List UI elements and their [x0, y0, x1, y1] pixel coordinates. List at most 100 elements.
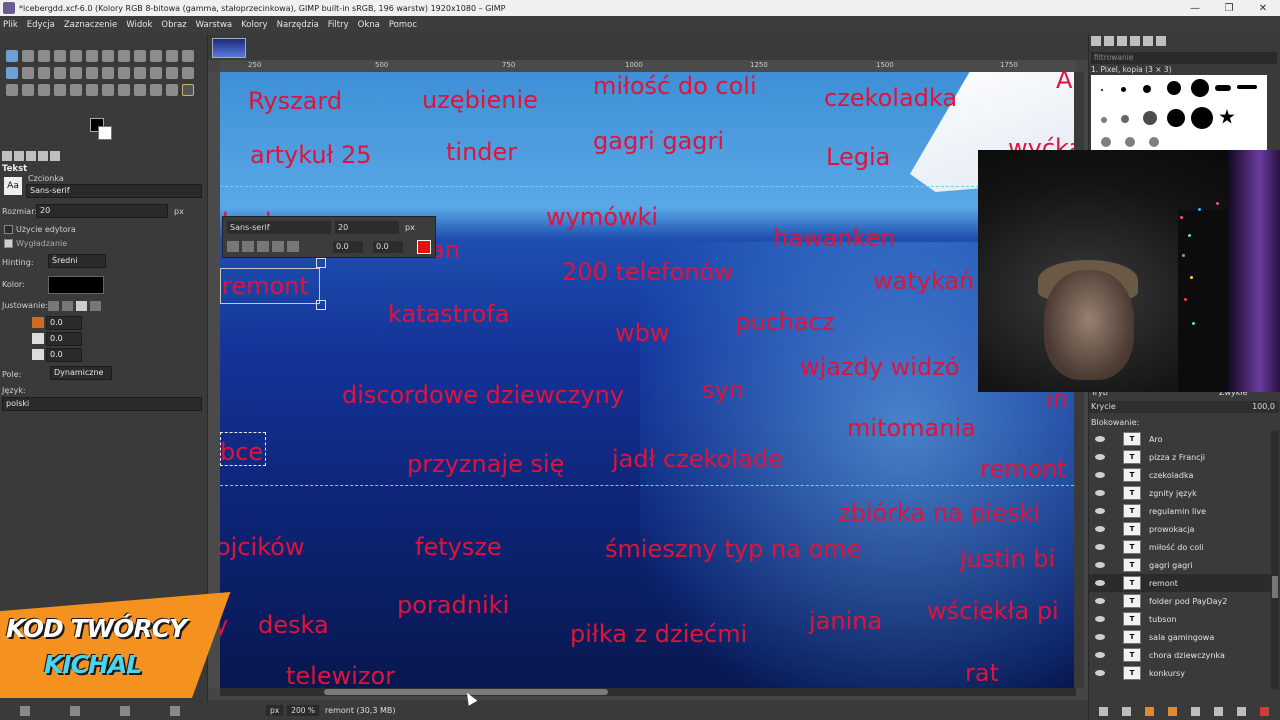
visibility-eye-icon[interactable] — [1095, 616, 1105, 622]
size-unit-select[interactable]: px — [174, 207, 184, 216]
tab-palettes[interactable] — [1156, 36, 1166, 46]
visibility-eye-icon[interactable] — [1095, 634, 1105, 640]
canvas-text-layer[interactable]: uzębienie — [422, 86, 538, 114]
canvas-text-layer[interactable]: rat — [965, 659, 999, 687]
canvas-text-layer[interactable]: janina — [809, 607, 882, 635]
restore-options-icon[interactable] — [70, 706, 80, 716]
canvas-text-layer[interactable]: zbiórka na pieski — [838, 499, 1040, 527]
canvas-text-layer[interactable]: syn — [702, 376, 744, 404]
brush-preset[interactable] — [1125, 137, 1135, 147]
visibility-eye-icon[interactable] — [1095, 670, 1105, 676]
canvas-text-layer[interactable]: watykań — [873, 267, 974, 295]
star-brush-icon[interactable] — [1219, 109, 1235, 124]
layer-row[interactable]: Tczekoladka — [1089, 466, 1271, 484]
tab-images[interactable] — [38, 151, 48, 161]
visibility-eye-icon[interactable] — [1095, 436, 1105, 442]
color-picker-icon[interactable] — [150, 50, 162, 62]
smudge-icon[interactable] — [150, 84, 162, 96]
canvas-text-layer[interactable]: fetysze — [415, 533, 502, 561]
canvas-text-layer[interactable]: ojcików — [220, 533, 305, 561]
font-field[interactable]: Sans-serif — [26, 184, 202, 198]
menu-plik[interactable]: Plik — [3, 20, 18, 30]
foreground-select-icon[interactable] — [118, 50, 130, 62]
canvas-text-layer[interactable]: wjazdy widzó — [800, 353, 959, 381]
canvas-text-layer[interactable]: śmieszny typ na ome — [605, 535, 861, 563]
brush-preset[interactable] — [1149, 137, 1159, 147]
brush-preset[interactable] — [1191, 79, 1209, 97]
canvas-text-layer[interactable]: discordowe dziewczyny — [342, 381, 624, 409]
indent-field[interactable]: 0.0 — [46, 316, 82, 330]
font-preview-icon[interactable]: Aa — [4, 177, 22, 195]
canvas-text-layer[interactable]: poradniki — [397, 591, 509, 619]
scissors-icon[interactable] — [102, 50, 114, 62]
layer-row-selected[interactable]: Tremont — [1089, 574, 1271, 592]
brush-preset[interactable] — [1237, 85, 1257, 89]
use-editor-checkbox[interactable] — [4, 225, 13, 234]
brush-preset[interactable] — [1101, 137, 1111, 147]
tab-fonts[interactable] — [1117, 36, 1127, 46]
tab-patterns[interactable] — [1104, 36, 1114, 46]
perspective-clone-icon[interactable] — [118, 84, 130, 96]
tab-undo[interactable] — [26, 151, 36, 161]
strikethrough-icon[interactable] — [287, 241, 299, 252]
clone-icon[interactable] — [86, 84, 98, 96]
canvas-text-layer[interactable]: A — [1056, 72, 1072, 94]
layer-row[interactable]: Tchora dziewczynka — [1089, 646, 1271, 664]
letter-spacing-field[interactable]: 0.0 — [46, 348, 82, 362]
canvas-text-layer[interactable]: miłość do coli — [593, 72, 757, 100]
airbrush-icon[interactable] — [38, 84, 50, 96]
language-field[interactable]: polski — [2, 397, 202, 411]
menu-zaznaczenie[interactable]: Zaznaczenie — [64, 20, 117, 30]
canvas-text-layer[interactable]: jadł czekolade — [612, 445, 783, 473]
underline-icon[interactable] — [272, 241, 284, 252]
delete-options-icon[interactable] — [120, 706, 130, 716]
layer-row[interactable]: Tprowokacja — [1089, 520, 1271, 538]
baseline-field[interactable]: 0.0 — [333, 241, 363, 253]
layer-row[interactable]: Tpizza z Francji — [1089, 448, 1271, 466]
brush-preset[interactable] — [1121, 115, 1129, 123]
canvas-text-layer[interactable]: wściekła pi — [927, 597, 1059, 625]
tab-brushes[interactable] — [1091, 36, 1101, 46]
brush-grid[interactable] — [1091, 75, 1267, 151]
visibility-eye-icon[interactable] — [1095, 490, 1105, 496]
brush-preset[interactable] — [1215, 85, 1231, 91]
scale-icon[interactable] — [54, 67, 66, 79]
visibility-eye-icon[interactable] — [1095, 580, 1105, 586]
italic-icon[interactable] — [257, 241, 269, 252]
bold-icon[interactable] — [242, 241, 254, 252]
menu-filtry[interactable]: Filtry — [328, 20, 349, 30]
layer-row[interactable]: Tgagri gagri — [1089, 556, 1271, 574]
text-box-handle[interactable] — [316, 258, 326, 268]
blur-icon[interactable] — [134, 84, 146, 96]
menu-narzedzia[interactable]: Narzędzia — [277, 20, 319, 30]
paths-icon[interactable] — [134, 50, 146, 62]
kerning-field[interactable]: 0.0 — [373, 241, 403, 253]
reset-options-icon[interactable] — [170, 706, 180, 716]
visibility-eye-icon[interactable] — [1095, 652, 1105, 658]
antialias-checkbox[interactable] — [4, 239, 13, 248]
layer-row[interactable]: Tzgnity język — [1089, 484, 1271, 502]
canvas-text-layer[interactable]: remont — [980, 455, 1067, 483]
visibility-eye-icon[interactable] — [1095, 526, 1105, 532]
justify-right-icon[interactable] — [62, 301, 73, 311]
visibility-eye-icon[interactable] — [1095, 508, 1105, 514]
menu-edycja[interactable]: Edycja — [27, 20, 55, 30]
menu-warstwa[interactable]: Warstwa — [196, 20, 233, 30]
ink-icon[interactable] — [54, 84, 66, 96]
canvas-text-layer[interactable]: piłka z dziećmi — [570, 620, 747, 648]
canvas-text-layer[interactable]: deska — [258, 611, 329, 639]
layer-row[interactable]: Tregulamin live — [1089, 502, 1271, 520]
perspective-icon[interactable] — [86, 67, 98, 79]
popup-font-field[interactable]: Sans-serif — [227, 221, 331, 234]
visibility-eye-icon[interactable] — [1095, 544, 1105, 550]
brush-preset[interactable] — [1167, 81, 1181, 95]
zoom-icon[interactable] — [166, 50, 178, 62]
warp-icon[interactable] — [134, 67, 146, 79]
brush-preset[interactable] — [1101, 117, 1107, 123]
close-button[interactable]: ✕ — [1246, 3, 1280, 14]
justify-left-icon[interactable] — [48, 301, 59, 311]
mask-icon[interactable] — [1237, 706, 1246, 716]
layers-scrollbar[interactable] — [1271, 430, 1279, 690]
paintbrush-icon[interactable] — [6, 84, 18, 96]
justify-center-icon[interactable] — [76, 301, 87, 311]
